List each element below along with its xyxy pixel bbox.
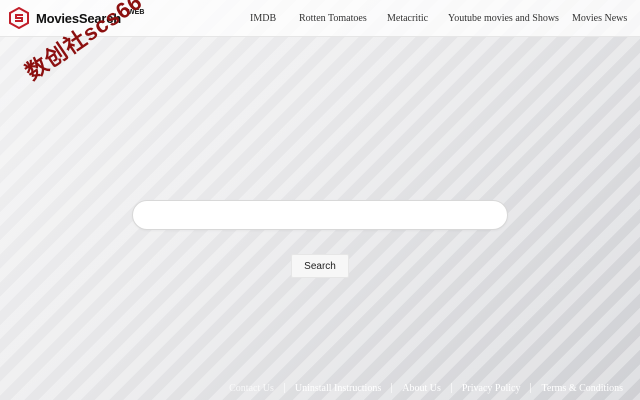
footer-links: Contact Us Uninstall Instructions About …	[229, 382, 623, 394]
search-input[interactable]	[133, 201, 507, 229]
footer-separator	[530, 383, 532, 393]
nav-item-rotten-tomatoes[interactable]: Rotten Tomatoes	[299, 0, 367, 36]
search-box[interactable]	[132, 200, 508, 230]
nav-item-metacritic[interactable]: Metacritic	[387, 0, 428, 36]
nav-link-movies-news[interactable]: Movies News	[572, 13, 627, 24]
footer-separator	[283, 383, 285, 393]
nav-link-metacritic[interactable]: Metacritic	[387, 13, 428, 24]
nav-link-rotten-tomatoes[interactable]: Rotten Tomatoes	[299, 13, 367, 24]
nav-item-youtube-movies[interactable]: Youtube movies and Shows	[448, 0, 559, 36]
nav-link-imdb[interactable]: IMDB	[250, 13, 276, 24]
footer-link-contact-us[interactable]: Contact Us	[229, 383, 274, 394]
nav-link-youtube-movies[interactable]: Youtube movies and Shows	[448, 13, 559, 24]
footer-link-terms-conditions[interactable]: Terms & Conditions	[541, 383, 623, 394]
footer-link-uninstall-instructions[interactable]: Uninstall Instructions	[295, 383, 381, 394]
nav-item-imdb[interactable]: IMDB	[250, 0, 276, 36]
search-button[interactable]: Search	[291, 254, 349, 278]
footer-link-about-us[interactable]: About Us	[402, 383, 441, 394]
nav-item-movies-news[interactable]: Movies News	[572, 0, 627, 36]
footer-separator	[450, 383, 452, 393]
footer-link-privacy-policy[interactable]: Privacy Policy	[462, 383, 521, 394]
moviessearch-logo-icon	[8, 6, 30, 30]
footer-separator	[391, 383, 393, 393]
